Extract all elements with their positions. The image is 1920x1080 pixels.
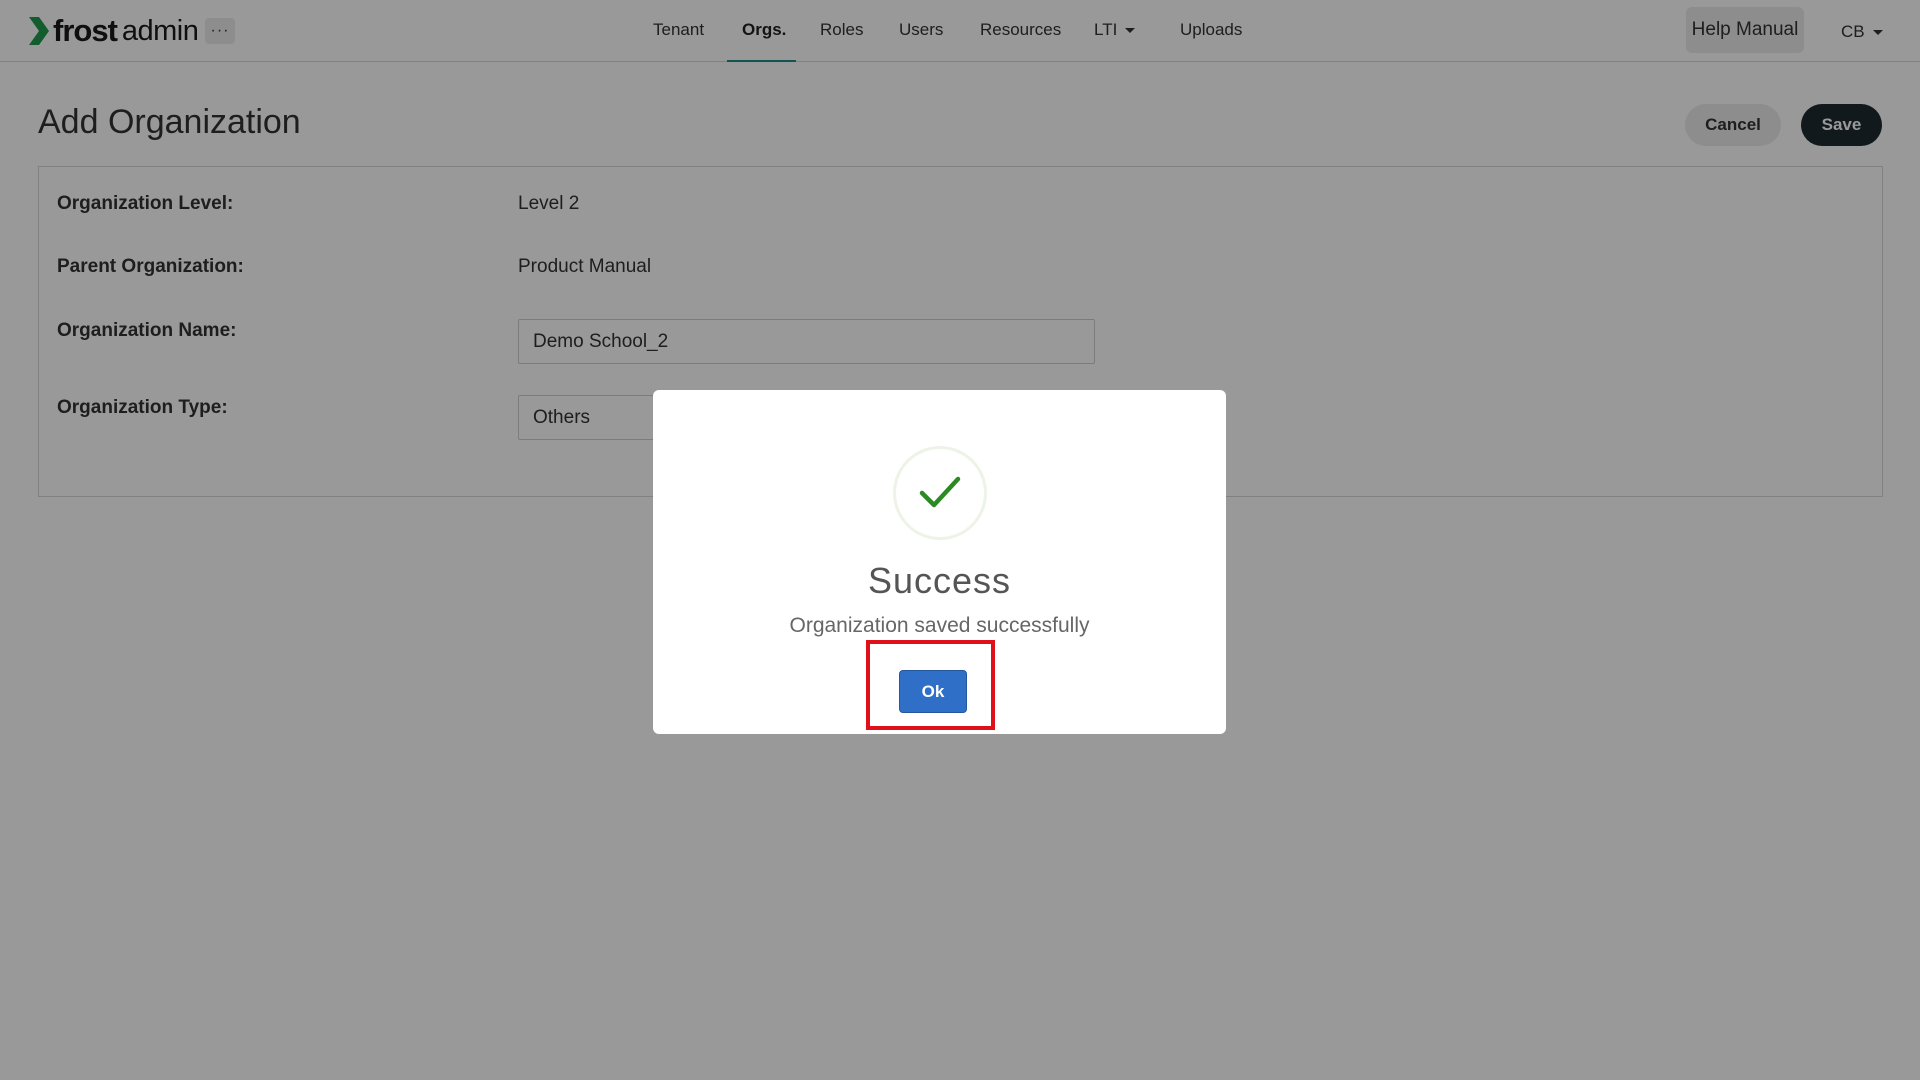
- annotation-highlight-box: [866, 640, 995, 730]
- success-icon-circle: [893, 446, 987, 540]
- checkmark-icon: [919, 476, 961, 508]
- dialog-message: Organization saved successfully: [789, 614, 1090, 637]
- app-window: frost admin ··· Tenant Orgs. Roles Users…: [0, 0, 1920, 1080]
- dialog-title: Success: [867, 560, 1012, 601]
